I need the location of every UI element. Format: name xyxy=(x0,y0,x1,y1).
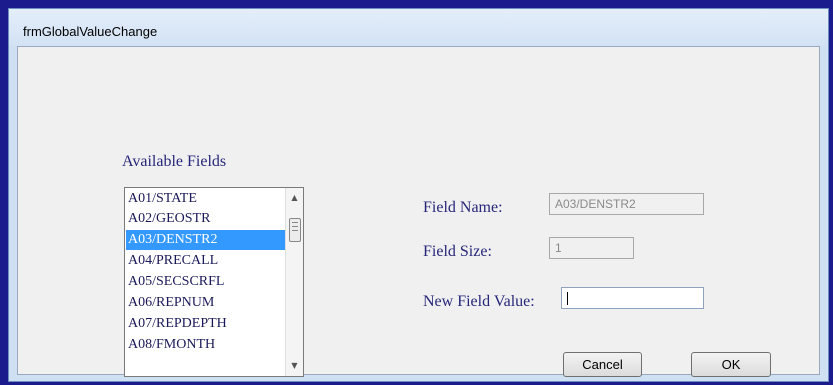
field-size-label: Field Size: xyxy=(423,243,492,260)
window: frmGlobalValueChange Available Fields A0… xyxy=(8,8,829,382)
list-item[interactable]: A07/REPDEPTH xyxy=(126,314,285,334)
scroll-down-arrow-icon[interactable]: ▼ xyxy=(286,358,303,374)
list-item[interactable]: A05/SECSCRFL xyxy=(126,272,285,292)
field-size-field: 1 xyxy=(549,237,634,259)
text-caret xyxy=(567,292,568,305)
list-item-selected[interactable]: A03/DENSTR2 xyxy=(126,230,285,250)
ok-button[interactable]: OK xyxy=(691,352,771,377)
vertical-scrollbar[interactable]: ▲ ▼ xyxy=(285,188,303,376)
available-fields-listbox[interactable]: A01/STATE A02/GEOSTR A03/DENSTR2 A04/PRE… xyxy=(124,187,304,377)
form-client-area: Available Fields A01/STATE A02/GEOSTR A0… xyxy=(17,46,820,377)
field-name-field: A03/DENSTR2 xyxy=(549,193,704,215)
scroll-up-arrow-icon[interactable]: ▲ xyxy=(286,190,303,206)
new-field-value-input[interactable] xyxy=(561,287,704,309)
available-fields-label: Available Fields xyxy=(122,153,227,170)
list-item[interactable]: A02/GEOSTR xyxy=(126,209,285,229)
list-item[interactable]: A01/STATE xyxy=(126,189,285,209)
new-field-value-label: New Field Value: xyxy=(423,293,535,310)
list-item[interactable]: A06/REPNUM xyxy=(126,293,285,313)
cancel-button[interactable]: Cancel xyxy=(563,352,642,377)
scrollbar-thumb[interactable] xyxy=(289,218,301,242)
list-item[interactable]: A04/PRECALL xyxy=(126,251,285,271)
window-title: frmGlobalValueChange xyxy=(23,24,158,39)
title-bar[interactable]: frmGlobalValueChange xyxy=(9,9,828,46)
list-item[interactable]: A08/FMONTH xyxy=(126,335,285,355)
field-name-label: Field Name: xyxy=(423,199,503,216)
